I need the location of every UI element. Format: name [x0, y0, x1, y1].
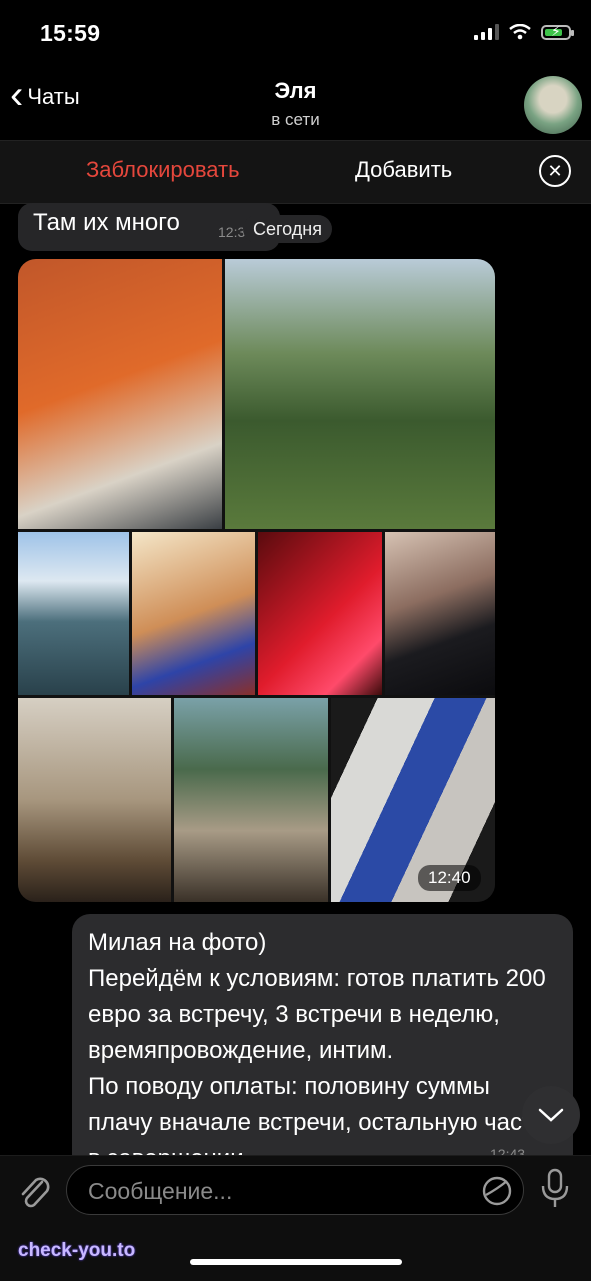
album-time: 12:40 [418, 865, 481, 891]
battery-icon: ⚡ [541, 23, 574, 40]
online-status: в сети [271, 110, 320, 129]
photo-8[interactable] [174, 698, 328, 902]
scroll-down-button[interactable] [522, 1086, 580, 1144]
status-time: 15:59 [40, 20, 101, 46]
incoming-message-text: Там их много [33, 209, 180, 236]
incoming-message-time: 12:3 [218, 224, 246, 240]
sticker-button[interactable] [481, 1175, 513, 1212]
photo-6[interactable] [385, 532, 495, 695]
signal-icon [474, 24, 499, 40]
photo-4[interactable] [132, 532, 255, 695]
photo-7[interactable] [18, 698, 171, 902]
add-contact-button[interactable]: Добавить [355, 157, 452, 183]
outgoing-message-text: Милая на фото) Перейдём к условиям: гото… [88, 929, 546, 1172]
photo-3[interactable] [18, 532, 129, 695]
photo-album [18, 259, 495, 902]
avatar[interactable] [524, 76, 582, 134]
home-indicator [190, 1259, 402, 1265]
block-button[interactable]: Заблокировать [86, 157, 240, 183]
close-icon[interactable]: ✕ [539, 155, 571, 187]
mic-button[interactable] [540, 1168, 570, 1215]
microphone-icon [541, 1168, 569, 1207]
photo-5[interactable] [258, 532, 382, 695]
attach-button[interactable] [16, 1172, 52, 1217]
photo-1[interactable] [18, 259, 222, 529]
photo-2[interactable] [225, 259, 495, 529]
paperclip-icon [21, 1177, 50, 1208]
chevron-down-icon [538, 1108, 564, 1122]
wifi-icon [509, 24, 531, 40]
status-icons: ⚡ [474, 23, 574, 40]
chat-title[interactable]: Эля [0, 78, 591, 104]
sticker-icon [482, 1176, 512, 1206]
message-placeholder: Сообщение... [88, 1178, 233, 1204]
watermark: check-you.to [18, 1240, 136, 1261]
date-chip: Сегодня [243, 215, 332, 243]
